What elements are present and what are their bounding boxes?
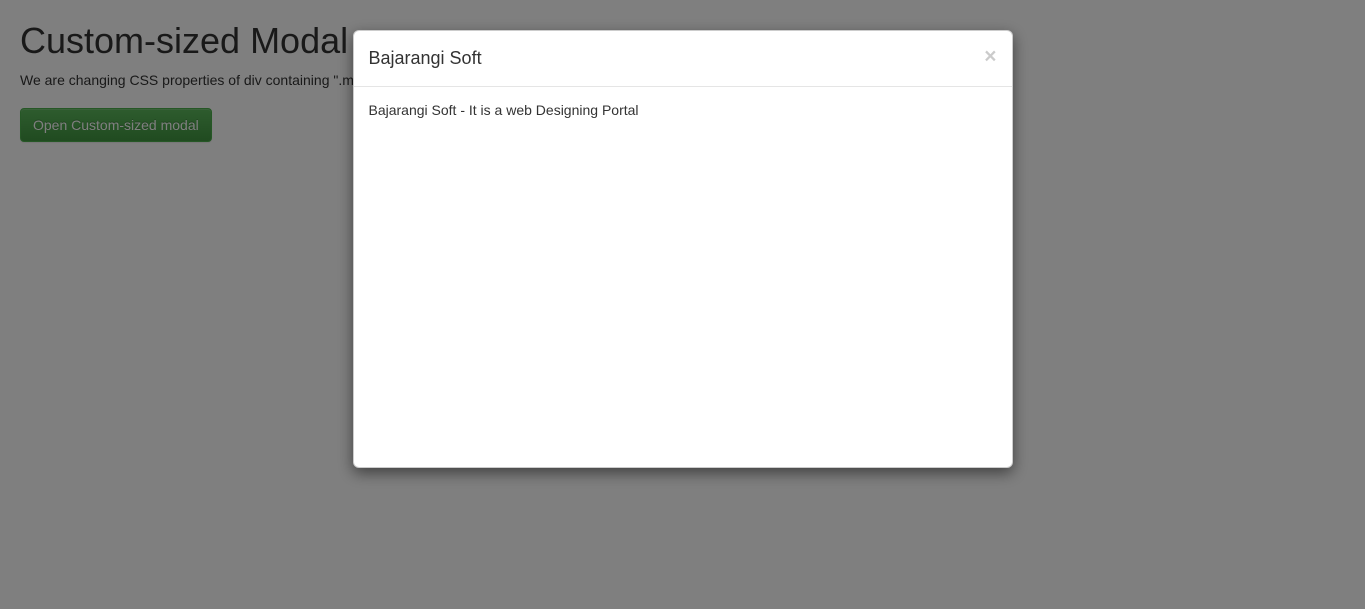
modal-body-text: Bajarangi Soft - It is a web Designing P…: [369, 102, 997, 118]
modal-dialog: Bajarangi Soft × Bajarangi Soft - It is …: [353, 30, 1013, 468]
modal-content: Bajarangi Soft × Bajarangi Soft - It is …: [353, 30, 1013, 468]
modal-header: Bajarangi Soft ×: [354, 31, 1012, 87]
modal-container: Bajarangi Soft × Bajarangi Soft - It is …: [0, 0, 1365, 609]
close-icon[interactable]: ×: [984, 46, 996, 67]
modal-title: Bajarangi Soft: [369, 46, 997, 71]
modal-body: Bajarangi Soft - It is a web Designing P…: [354, 87, 1012, 467]
